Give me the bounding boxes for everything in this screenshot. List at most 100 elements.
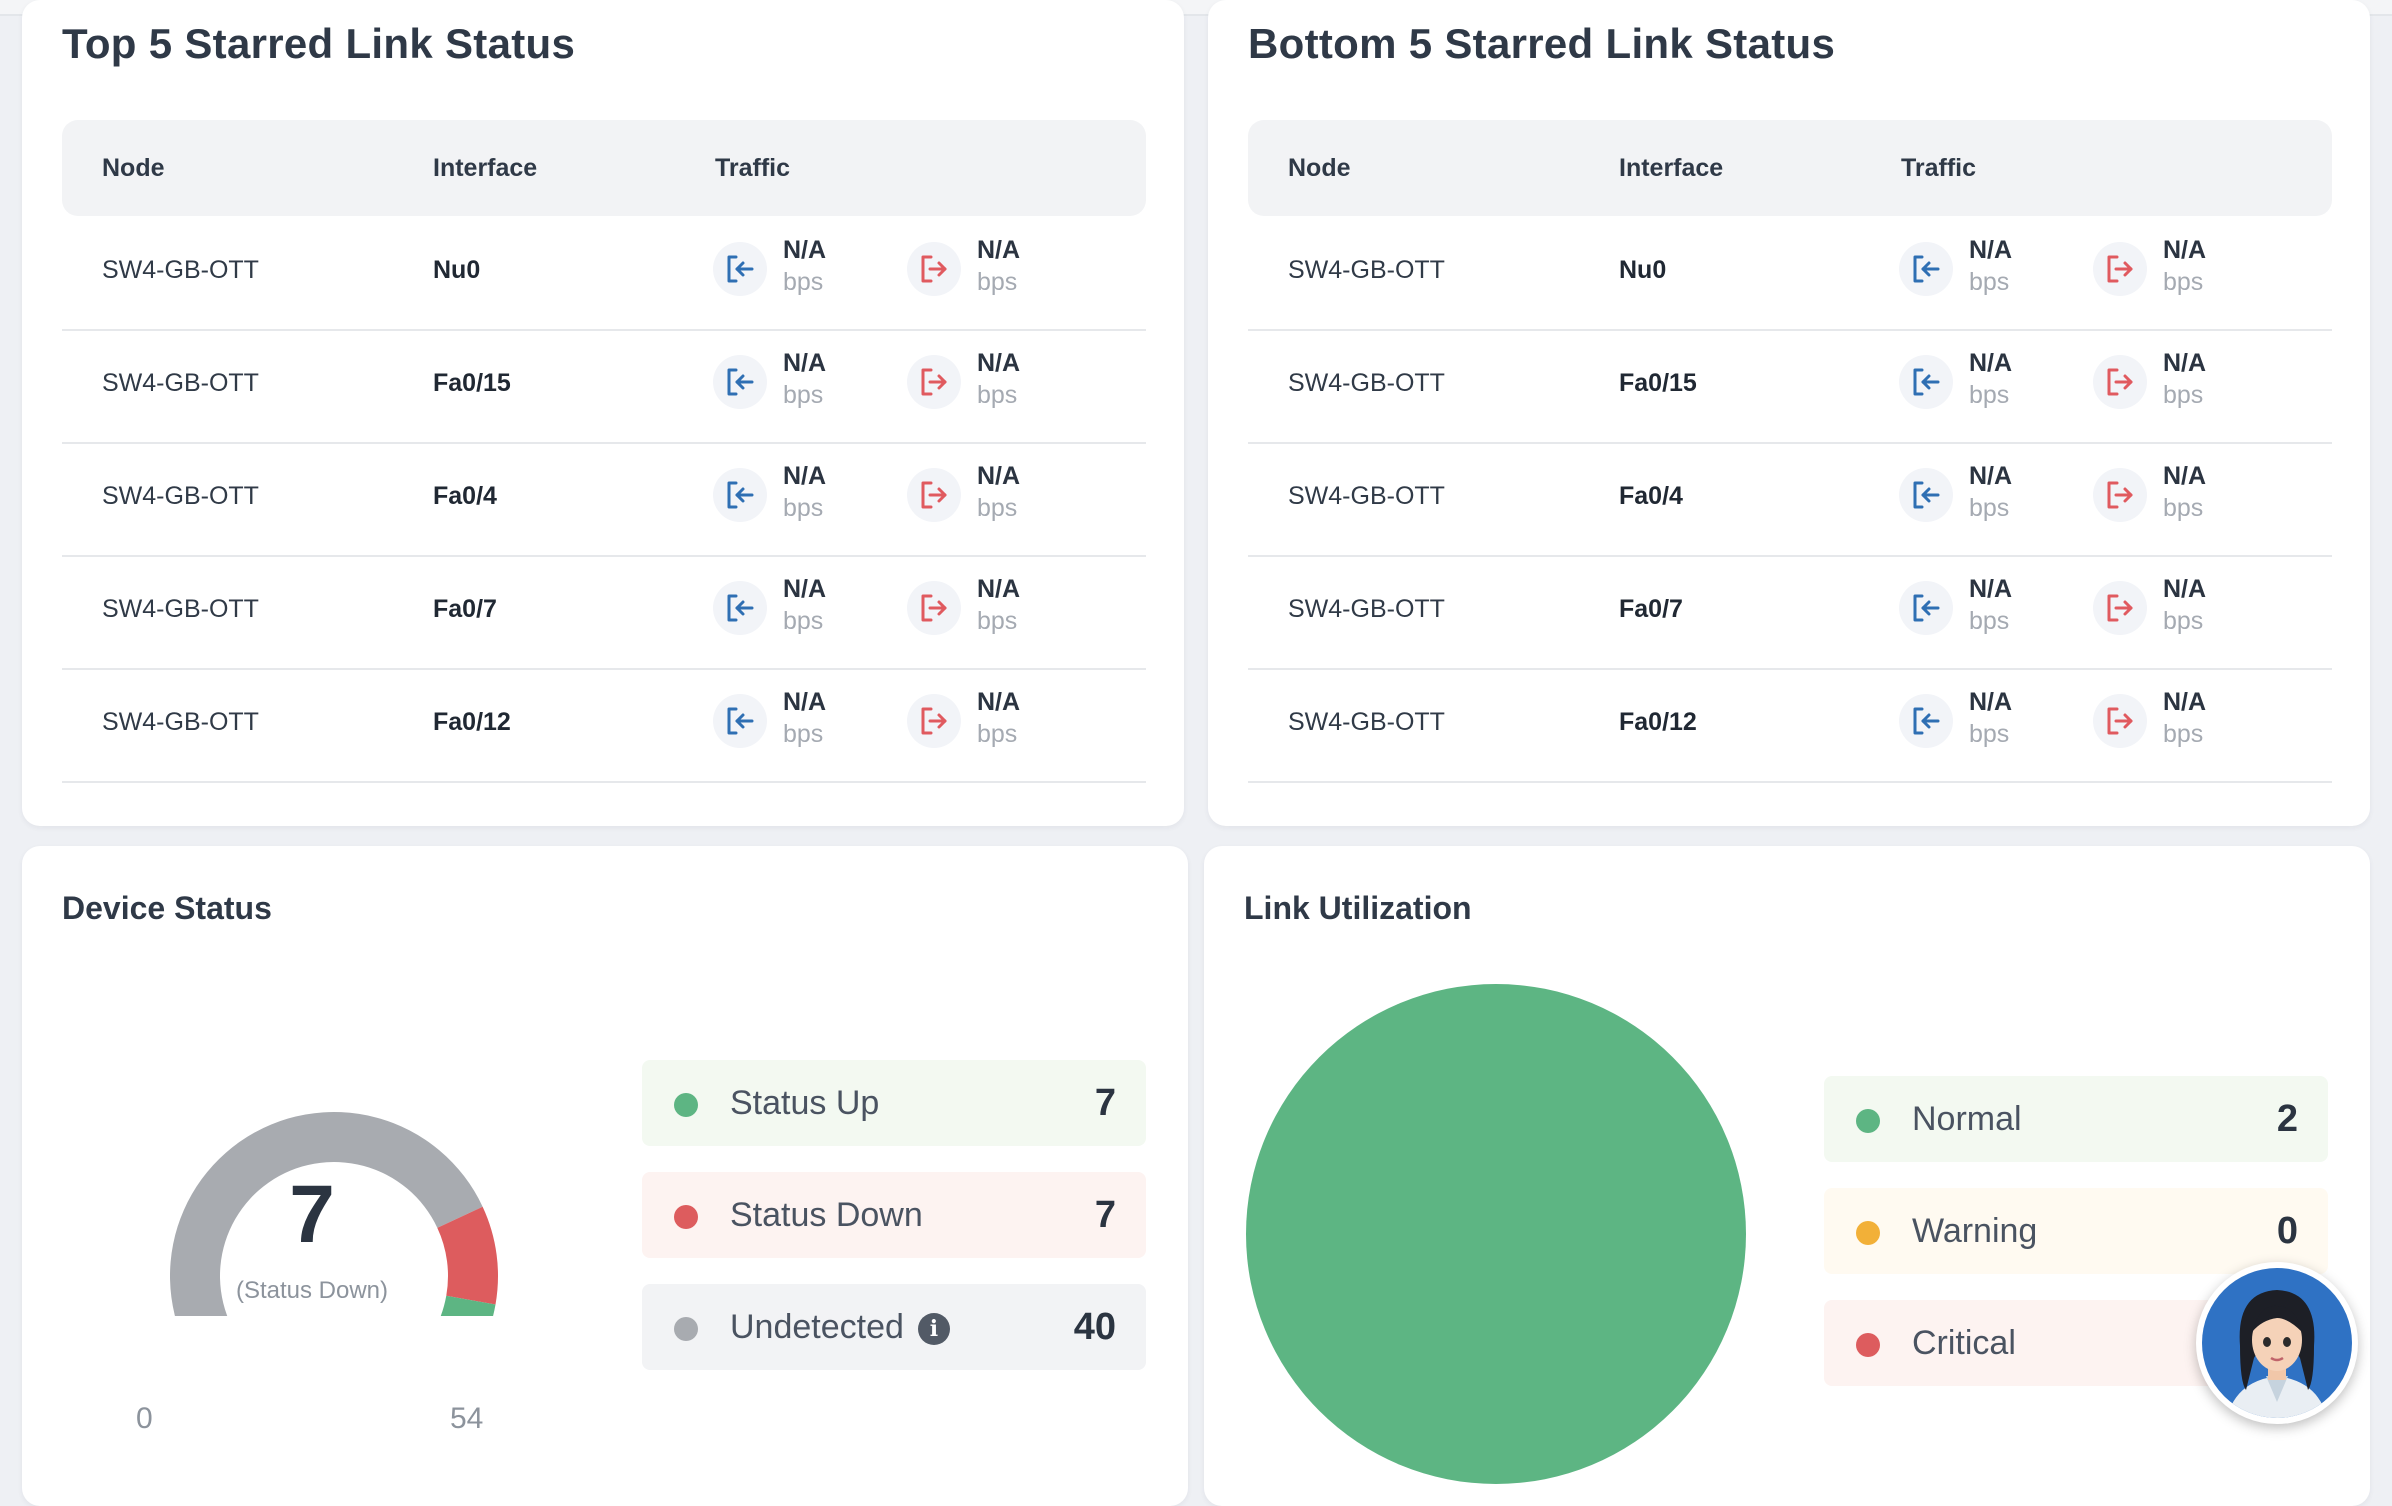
interface-name[interactable]: Fa0/4 — [1619, 482, 1683, 511]
legend-status-up[interactable]: Status Up 7 — [642, 1060, 1146, 1146]
sign-in-icon — [1899, 355, 1953, 409]
traffic-out-value: N/A — [2163, 688, 2207, 716]
sign-in-icon — [713, 468, 767, 522]
interface-name[interactable]: Fa0/12 — [1619, 708, 1697, 737]
traffic-out: N/A bps — [2093, 688, 2223, 758]
traffic-out-unit: bps — [977, 381, 1018, 409]
interface-name[interactable]: Fa0/4 — [433, 482, 497, 511]
node-name[interactable]: SW4-GB-OTT — [102, 482, 259, 511]
traffic-out: N/A bps — [907, 236, 1037, 306]
traffic-in-value: N/A — [1969, 462, 2013, 490]
traffic-in-unit: bps — [783, 494, 824, 522]
node-name[interactable]: SW4-GB-OTT — [102, 256, 259, 285]
traffic-out: N/A bps — [907, 462, 1037, 532]
pie-slice-normal[interactable] — [1246, 984, 1746, 1484]
sign-in-icon — [1899, 468, 1953, 522]
header-node: Node — [1288, 154, 1351, 182]
traffic-out-unit: bps — [2163, 494, 2204, 522]
sign-in-icon — [1899, 581, 1953, 635]
bottom-starred-card: Bottom 5 Starred Link Status Node Interf… — [1208, 0, 2370, 826]
traffic-in: N/A bps — [1899, 575, 2029, 645]
legend-count: 40 — [1073, 1306, 1116, 1348]
node-name[interactable]: SW4-GB-OTT — [102, 708, 259, 737]
traffic-in: N/A bps — [713, 236, 843, 306]
legend-status-down[interactable]: Status Down 7 — [642, 1172, 1146, 1258]
sign-out-icon — [907, 468, 961, 522]
sign-in-icon — [1899, 694, 1953, 748]
card-title: Device Status — [62, 890, 272, 926]
node-name[interactable]: SW4-GB-OTT — [102, 369, 259, 398]
link-utilization-pie — [1246, 984, 1746, 1484]
sign-in-icon — [713, 355, 767, 409]
card-title: Link Utilization — [1244, 890, 1472, 926]
traffic-out: N/A bps — [907, 688, 1037, 758]
traffic-out: N/A bps — [2093, 575, 2223, 645]
traffic-out-value: N/A — [977, 236, 1021, 264]
interface-name[interactable]: Fa0/12 — [433, 708, 511, 737]
table-row[interactable]: SW4-GB-OTT Fa0/7 N/A bps N/A bps — [1248, 555, 2332, 670]
traffic-in: N/A bps — [1899, 236, 2029, 306]
device-status-card: Device Status 7 (Status Down) 0 54 Statu… — [22, 846, 1188, 1506]
legend-label: Normal — [1912, 1100, 2022, 1138]
interface-name[interactable]: Fa0/7 — [433, 595, 497, 624]
interface-name[interactable]: Fa0/15 — [433, 369, 511, 398]
traffic-in: N/A bps — [1899, 349, 2029, 419]
interface-name[interactable]: Fa0/15 — [1619, 369, 1697, 398]
traffic-out: N/A bps — [2093, 236, 2223, 306]
sign-out-icon — [2093, 468, 2147, 522]
traffic-in-unit: bps — [1969, 720, 2010, 748]
traffic-in-value: N/A — [783, 688, 827, 716]
sign-in-icon — [713, 581, 767, 635]
table-row[interactable]: SW4-GB-OTT Fa0/15 N/A bps N/A bps — [62, 329, 1146, 444]
header-traffic: Traffic — [715, 154, 791, 182]
traffic-in-value: N/A — [1969, 575, 2013, 603]
table-row[interactable]: SW4-GB-OTT Fa0/12 N/A bps N/A bps — [62, 668, 1146, 783]
sign-out-icon — [907, 694, 961, 748]
traffic-in-value: N/A — [783, 462, 827, 490]
node-name[interactable]: SW4-GB-OTT — [102, 595, 259, 624]
traffic-in: N/A bps — [713, 349, 843, 419]
traffic-in: N/A bps — [713, 575, 843, 645]
card-title: Bottom 5 Starred Link Status — [1248, 20, 1836, 67]
table-row[interactable]: SW4-GB-OTT Fa0/12 N/A bps N/A bps — [1248, 668, 2332, 783]
legend-count: 0 — [2276, 1210, 2298, 1252]
legend-undetected[interactable]: Undetected i 40 — [642, 1284, 1146, 1370]
node-name[interactable]: SW4-GB-OTT — [1288, 482, 1445, 511]
interface-name[interactable]: Nu0 — [433, 256, 480, 285]
header-interface: Interface — [1619, 154, 1724, 182]
interface-name[interactable]: Fa0/7 — [1619, 595, 1683, 624]
node-name[interactable]: SW4-GB-OTT — [1288, 256, 1445, 285]
table-row[interactable]: SW4-GB-OTT Fa0/4 N/A bps N/A bps — [1248, 442, 2332, 557]
traffic-in: N/A bps — [713, 688, 843, 758]
traffic-out: N/A bps — [2093, 349, 2223, 419]
traffic-in-value: N/A — [1969, 688, 2013, 716]
sign-out-icon — [907, 581, 961, 635]
node-name[interactable]: SW4-GB-OTT — [1288, 369, 1445, 398]
table-row[interactable]: SW4-GB-OTT Nu0 N/A bps N/A bps — [1248, 216, 2332, 331]
legend-count: 7 — [1094, 1082, 1116, 1124]
traffic-in-value: N/A — [1969, 349, 2013, 377]
sign-in-icon — [713, 242, 767, 296]
gauge-value: 7 — [289, 1169, 335, 1260]
legend-normal[interactable]: Normal 2 — [1824, 1076, 2328, 1162]
traffic-out-unit: bps — [977, 607, 1018, 635]
info-icon[interactable]: i — [917, 1313, 950, 1346]
table-row[interactable]: SW4-GB-OTT Nu0 N/A bps N/A bps — [62, 216, 1146, 331]
device-status-gauge — [170, 1112, 498, 1316]
table-row[interactable]: SW4-GB-OTT Fa0/4 N/A bps N/A bps — [62, 442, 1146, 557]
sign-out-icon — [2093, 242, 2147, 296]
legend-label: Warning — [1912, 1212, 2038, 1250]
node-name[interactable]: SW4-GB-OTT — [1288, 708, 1445, 737]
traffic-out: N/A bps — [907, 349, 1037, 419]
traffic-in-value: N/A — [783, 236, 827, 264]
interface-name[interactable]: Nu0 — [1619, 256, 1666, 285]
traffic-out: N/A bps — [907, 575, 1037, 645]
node-name[interactable]: SW4-GB-OTT — [1288, 595, 1445, 624]
legend-label: Undetected i — [730, 1308, 950, 1347]
traffic-out-value: N/A — [2163, 236, 2207, 264]
table-row[interactable]: SW4-GB-OTT Fa0/7 N/A bps N/A bps — [62, 555, 1146, 670]
traffic-out-value: N/A — [977, 349, 1021, 377]
table-row[interactable]: SW4-GB-OTT Fa0/15 N/A bps N/A bps — [1248, 329, 2332, 444]
assistant-avatar[interactable] — [2196, 1262, 2358, 1424]
critical-dot — [1856, 1333, 1880, 1357]
